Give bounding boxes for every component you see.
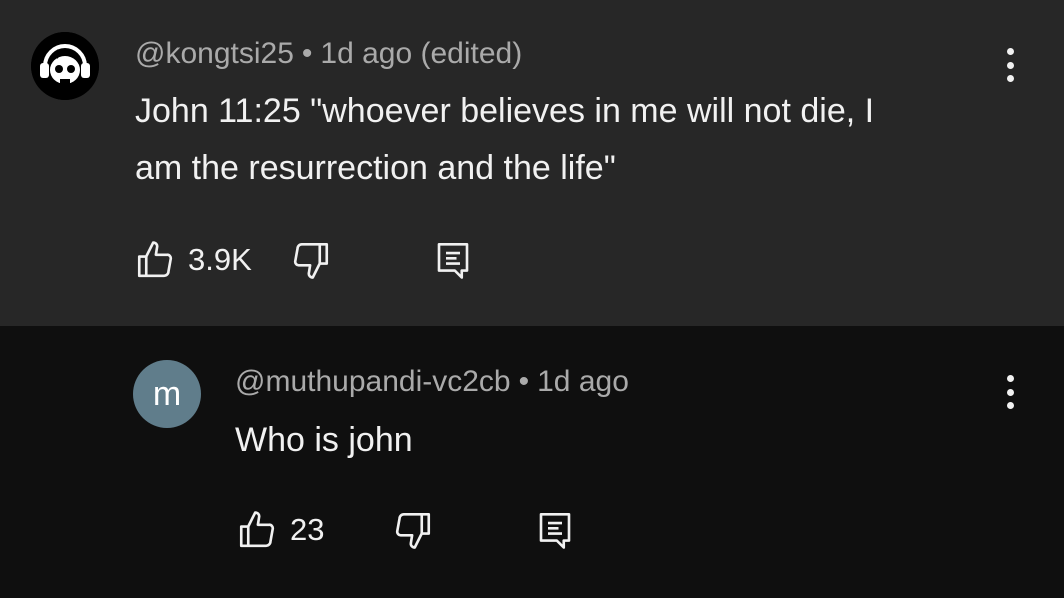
more-options-icon[interactable] <box>1000 372 1020 412</box>
comment-meta: @muthupandi-vc2cb • 1d ago <box>235 365 629 399</box>
more-options-icon[interactable] <box>1000 45 1020 85</box>
reply-comment-icon <box>437 242 469 279</box>
like-button[interactable]: 3.9K <box>134 238 252 282</box>
comment-author[interactable]: @kongtsi25 <box>135 37 294 70</box>
comment-meta: @kongtsi25 • 1d ago (edited) <box>135 37 522 71</box>
thumbs-up-icon <box>239 511 275 548</box>
comment-thread-reply: m @muthupandi-vc2cb • 1d ago Who is john 2… <box>0 326 1064 598</box>
avatar[interactable]: m <box>133 360 201 428</box>
comment-thread-parent: @kongtsi25 • 1d ago (edited) John 11:25 "w… <box>0 0 1064 326</box>
avatar[interactable] <box>31 32 99 100</box>
comment-text: Who is john <box>235 421 413 459</box>
comment-time[interactable]: 1d ago <box>537 365 629 398</box>
like-button[interactable]: 23 <box>236 508 324 552</box>
thumbs-down-icon <box>395 512 431 549</box>
thumbs-down-icon <box>293 242 329 279</box>
reply-button[interactable] <box>534 508 576 552</box>
comment-author[interactable]: @muthupandi-vc2cb <box>235 365 511 398</box>
comment-text-line: am the resurrection and the life" <box>135 149 616 187</box>
like-count: 23 <box>290 512 325 547</box>
meta-separator: • <box>518 365 530 398</box>
reply-button[interactable] <box>432 238 474 282</box>
comment-time[interactable]: 1d ago (edited) <box>320 37 522 70</box>
avatar-letter: m <box>152 374 182 413</box>
meta-separator: • <box>301 37 313 70</box>
comment-text-line: John 11:25 "whoever believes in me will … <box>135 92 875 130</box>
like-count: 3.9K <box>188 242 252 277</box>
dislike-button[interactable] <box>392 508 434 552</box>
dislike-button[interactable] <box>290 238 332 282</box>
headphone-skull-icon <box>31 32 99 100</box>
comment-text: John 11:25 "whoever believes in me will … <box>135 83 995 197</box>
thumbs-up-icon <box>137 241 173 278</box>
reply-comment-icon <box>539 512 571 549</box>
